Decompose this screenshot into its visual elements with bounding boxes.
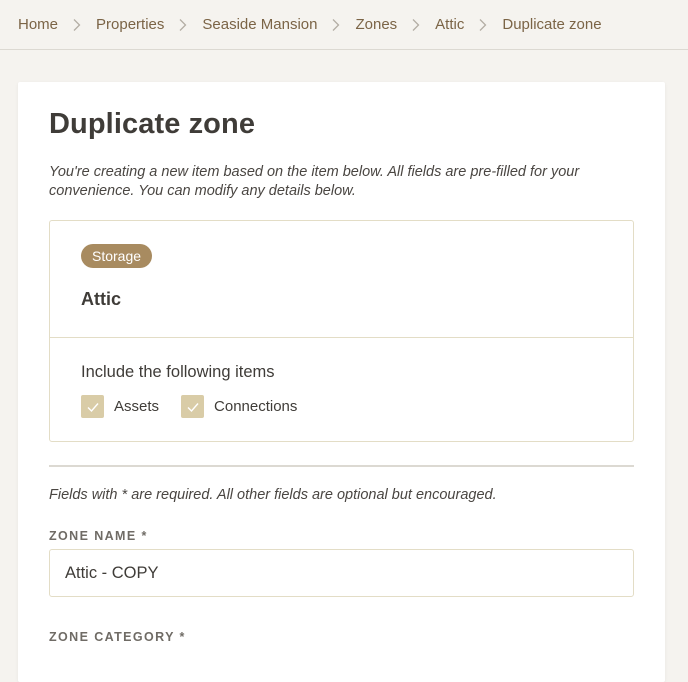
- chevron-right-icon: [329, 18, 343, 32]
- checkmark-icon[interactable]: [81, 395, 104, 418]
- zone-category-label: ZONE CATEGORY *: [49, 630, 186, 644]
- breadcrumb: Home Properties Seaside Mansion Zones At…: [0, 0, 688, 50]
- zone-name-input[interactable]: [49, 549, 634, 597]
- zone-name-label: ZONE NAME *: [49, 529, 148, 543]
- duplicate-zone-card: Duplicate zone You're creating a new ite…: [18, 82, 665, 682]
- source-item-header: Storage Attic: [50, 221, 633, 338]
- include-assets-checkbox[interactable]: Assets: [81, 395, 159, 418]
- chevron-right-icon: [476, 18, 490, 32]
- category-badge: Storage: [81, 244, 153, 268]
- section-divider: [49, 465, 634, 467]
- intro-text: You're creating a new item based on the …: [49, 164, 580, 199]
- include-connections-checkbox[interactable]: Connections: [181, 395, 297, 418]
- breadcrumb-zones[interactable]: Zones: [355, 16, 397, 33]
- include-options: Assets Connections: [81, 395, 319, 418]
- source-item-panel: Storage Attic Include the following item…: [49, 220, 634, 442]
- page-title: Duplicate zone: [49, 108, 256, 140]
- chevron-right-icon: [176, 18, 190, 32]
- required-fields-note: Fields with * are required. All other fi…: [49, 487, 497, 503]
- breadcrumb-property[interactable]: Seaside Mansion: [202, 16, 317, 33]
- include-assets-label[interactable]: Assets: [114, 398, 159, 415]
- breadcrumb-zone[interactable]: Attic: [435, 16, 464, 33]
- breadcrumb-properties[interactable]: Properties: [96, 16, 164, 33]
- include-connections-label[interactable]: Connections: [214, 398, 297, 415]
- breadcrumb-current: Duplicate zone: [502, 16, 602, 33]
- checkmark-icon[interactable]: [181, 395, 205, 418]
- include-items-label: Include the following items: [81, 363, 275, 381]
- chevron-right-icon: [70, 18, 84, 32]
- chevron-right-icon: [409, 18, 423, 32]
- source-item-name: Attic: [81, 289, 121, 309]
- breadcrumb-home[interactable]: Home: [18, 16, 58, 33]
